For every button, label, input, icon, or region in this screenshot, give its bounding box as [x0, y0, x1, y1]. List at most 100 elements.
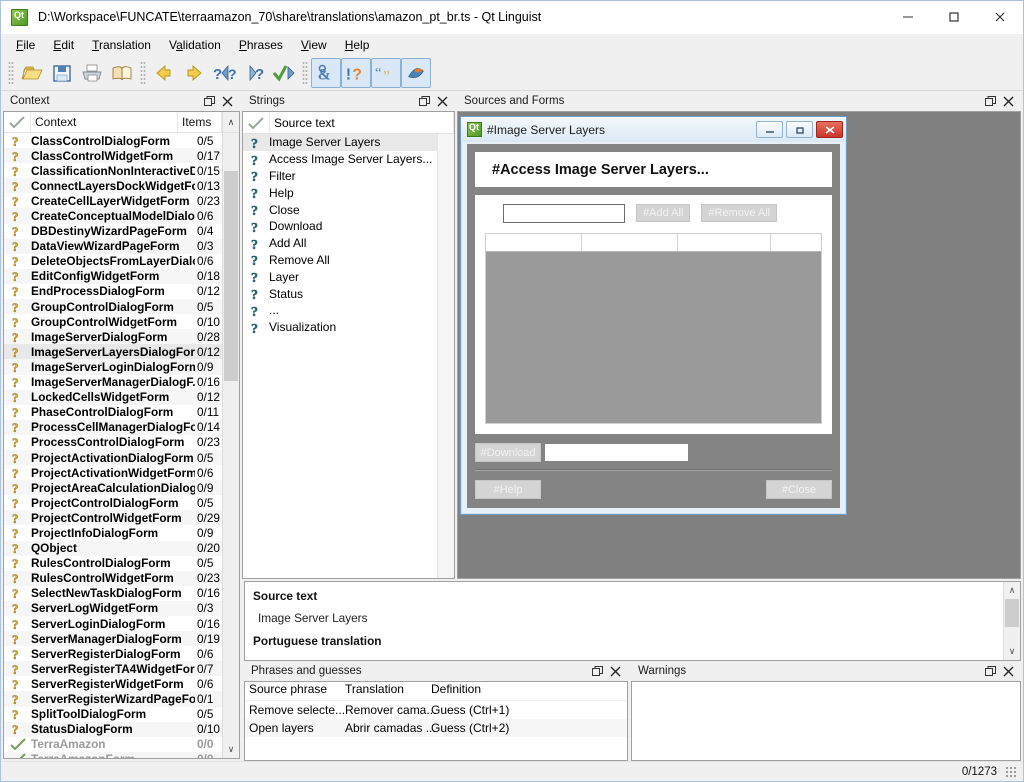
punctuation-validation-icon[interactable]: ! ?	[341, 58, 371, 88]
filter-input[interactable]	[503, 203, 625, 223]
items-column-header[interactable]: Items	[178, 112, 222, 132]
table-row[interactable]: ? CreateCellLayerWidgetForm 0/23	[4, 193, 239, 208]
form-close-button[interactable]	[816, 121, 843, 138]
list-item[interactable]: ?...	[243, 302, 454, 319]
layers-col-4[interactable]	[771, 234, 821, 251]
table-row[interactable]: ? ServerRegisterWidgetForm 0/6	[4, 676, 239, 691]
minimize-button[interactable]	[885, 1, 931, 34]
toolbar-grip-2[interactable]	[140, 61, 146, 85]
table-row[interactable]: ? LockedCellsWidgetForm 0/12	[4, 389, 239, 405]
save-file-icon[interactable]	[47, 58, 77, 88]
table-row[interactable]: ? ProcessCellManagerDialogFo... 0/14	[4, 419, 239, 435]
table-row[interactable]: ? GroupControlDialogForm 0/5	[4, 299, 239, 315]
list-item[interactable]: ? Visualization	[243, 319, 454, 336]
menu-file[interactable]: FFileile	[7, 35, 44, 55]
table-row[interactable]: ? ServerLogWidgetForm 0/3	[4, 600, 239, 616]
table-row[interactable]: ? ServerRegisterDialogForm 0/6	[4, 646, 239, 661]
strings-scrollbar[interactable]	[437, 134, 454, 578]
phrases-table[interactable]: Source phrase Translation Definition Rem…	[244, 681, 628, 761]
accelerator-validation-icon[interactable]: &	[311, 58, 341, 88]
table-row[interactable]: ? ProjectActivationWidgetForm 0/6	[4, 465, 239, 480]
add-all-button[interactable]: #Add All	[636, 204, 691, 222]
layers-table[interactable]	[485, 233, 822, 424]
close-icon[interactable]	[1003, 666, 1014, 677]
print-icon[interactable]	[77, 58, 107, 88]
resize-grip[interactable]	[1005, 765, 1017, 778]
help-button[interactable]: #Help	[475, 480, 541, 499]
table-row[interactable]: ? QObject 0/20	[4, 540, 239, 556]
table-row[interactable]: ? EditConfigWidgetForm 0/18	[4, 268, 239, 284]
table-row[interactable]: Open layers Abrir camadas ... Guess (Ctrl+…	[245, 719, 627, 737]
float-icon[interactable]	[419, 95, 430, 107]
source-phrase-column-header[interactable]: Source phrase	[245, 682, 345, 700]
scroll-up-arrow[interactable]: ∧	[222, 112, 239, 132]
layers-col-2[interactable]	[582, 234, 678, 251]
form-minimize-button[interactable]	[756, 121, 783, 138]
table-row[interactable]: ? GroupControlWidgetForm 0/10	[4, 314, 239, 329]
table-row[interactable]: ? ServerRegisterWizardPageFor 0/1	[4, 691, 239, 707]
list-item[interactable]: ? Add All	[243, 235, 454, 252]
translation-editor[interactable]: Source text Image Server Layers Portugue…	[244, 581, 1021, 661]
table-row[interactable]: ? ProjectControlWidgetForm 0/29	[4, 510, 239, 526]
translation-column-header[interactable]: Translation	[345, 682, 431, 700]
layers-col-3[interactable]	[678, 234, 771, 251]
done-and-next-icon[interactable]	[269, 58, 299, 88]
list-item[interactable]: ? Filter	[243, 168, 454, 185]
next-arrow-icon[interactable]	[179, 58, 209, 88]
toolbar-grip[interactable]	[8, 61, 14, 85]
table-row[interactable]: ? DataViewWizardPageForm 0/3	[4, 238, 239, 254]
close-icon[interactable]	[222, 96, 233, 107]
table-row[interactable]: ? ClassificationNonInteractiveD. 0/15	[4, 163, 239, 178]
editor-scrollbar[interactable]: ∧ ∨	[1003, 582, 1020, 660]
table-row[interactable]: ? SplitToolDialogForm 0/5	[4, 707, 239, 722]
table-row[interactable]: ? CreateConceptualModelDialo.. 0/6	[4, 208, 239, 224]
open-file-icon[interactable]	[17, 58, 47, 88]
strings-list[interactable]: Source text ? Image Server Layers? Access …	[242, 111, 455, 579]
menu-view[interactable]: View	[292, 35, 336, 55]
form-restore-button[interactable]	[786, 121, 813, 138]
table-row[interactable]: ? RulesControlDialogForm 0/5	[4, 556, 239, 571]
table-row[interactable]: ? ServerLoginDialogForm 0/16	[4, 616, 239, 631]
list-item[interactable]: ? Access Image Server Layers...	[243, 151, 454, 168]
list-item[interactable]: ? Download	[243, 218, 454, 235]
place-marker-validation-icon[interactable]	[401, 58, 431, 88]
maximize-button[interactable]	[931, 1, 977, 34]
table-row[interactable]: ? DeleteObjectsFromLayerDialo. 0/6	[4, 254, 239, 269]
table-row[interactable]: ? PhaseControlDialogForm 0/11	[4, 405, 239, 420]
context-scrollbar[interactable]: ∨	[222, 133, 239, 758]
table-row[interactable]: Remove selecte... Remover cama... Guess (C…	[245, 701, 627, 719]
menu-phrases[interactable]: Phrases	[230, 35, 292, 55]
table-row[interactable]: ? ConnectLayersDockWidgetFo.. 0/13	[4, 178, 239, 194]
definition-column-header[interactable]: Definition	[431, 682, 627, 700]
table-row[interactable]: ? ServerRegisterTA4WidgetForm 0/7	[4, 661, 239, 677]
table-row[interactable]: TerraAmazon 0/0	[4, 737, 239, 752]
download-button[interactable]: #Download	[475, 443, 541, 462]
table-row[interactable]: ? ImageServerLayersDialogForm 0/12	[4, 344, 239, 360]
menu-validation[interactable]: Validation	[160, 35, 230, 55]
list-item[interactable]: ? Close	[243, 201, 454, 218]
next-unfinished-icon[interactable]: ?	[239, 58, 269, 88]
table-row[interactable]: ? ProcessControlDialogForm 0/23	[4, 435, 239, 450]
layers-col-1[interactable]	[486, 234, 582, 251]
table-row[interactable]: ? DBDestinyWizardPageForm 0/4	[4, 224, 239, 239]
table-row[interactable]: ? ImageServerLoginDialogForm 0/9	[4, 359, 239, 375]
warnings-content[interactable]	[631, 681, 1021, 761]
list-item[interactable]: ? Image Server Layers	[243, 134, 454, 151]
close-icon[interactable]	[437, 96, 448, 107]
scroll-down-arrow[interactable]: ∨	[223, 741, 239, 758]
prev-arrow-icon[interactable]	[149, 58, 179, 88]
table-row[interactable]: ? SelectNewTaskDialogForm 0/16	[4, 586, 239, 601]
table-row[interactable]: ? ClassControlWidgetForm 0/17	[4, 148, 239, 164]
context-scrollbar-thumb[interactable]	[224, 171, 238, 381]
context-column-header[interactable]: Context	[31, 112, 178, 132]
remove-all-button[interactable]: #Remove All	[701, 204, 778, 222]
context-scrollbar-track[interactable]	[223, 133, 239, 741]
table-row[interactable]: ? StatusDialogForm 0/10	[4, 721, 239, 737]
float-icon[interactable]	[204, 95, 215, 107]
editor-scrollbar-track[interactable]	[1004, 599, 1020, 643]
float-icon[interactable]	[985, 665, 996, 677]
close-button[interactable]	[977, 1, 1023, 34]
toolbar-grip-3[interactable]	[302, 61, 308, 85]
close-form-button[interactable]: #Close	[766, 480, 832, 499]
table-row[interactable]: ? ProjectInfoDialogForm 0/9	[4, 525, 239, 540]
